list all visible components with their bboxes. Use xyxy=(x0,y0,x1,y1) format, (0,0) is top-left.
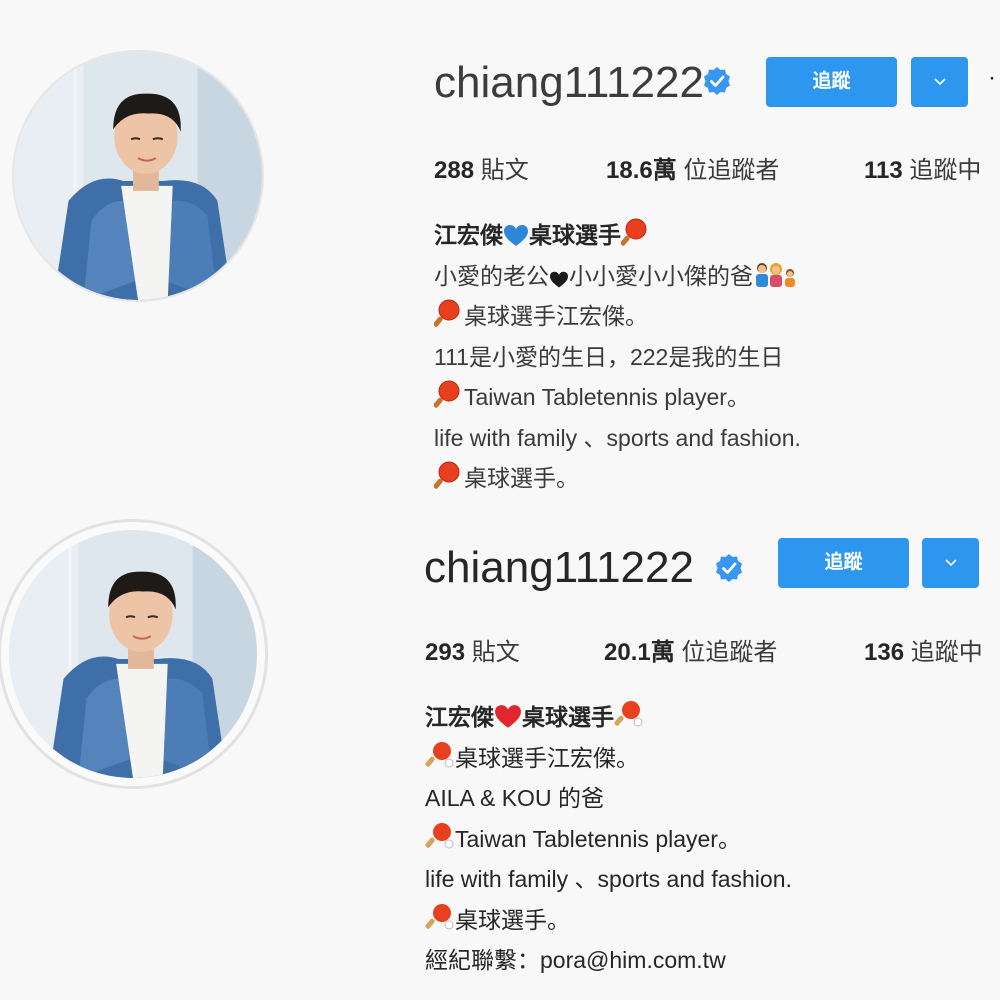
profile-header-new: chiang111222 追蹤 293 貼文 20.1萬 位追蹤者 136 追蹤… xyxy=(0,505,1000,1000)
bio-text: 桌球選手江宏傑。 xyxy=(464,303,648,329)
suggested-accounts-dropdown-button[interactable] xyxy=(911,57,968,107)
bio-text: 桌球選手。 xyxy=(455,906,570,933)
bio: 江宏傑 桌球選手 小愛的老公 小小愛小小傑的爸 桌球選手江宏傑。 111是小愛的生日… xyxy=(434,215,801,499)
bio-text: 桌球選手。 xyxy=(464,465,579,491)
stat-posts: 288 貼文 xyxy=(434,150,529,185)
blue-heart-icon xyxy=(504,225,528,246)
chevron-down-icon xyxy=(934,78,946,86)
bio-line: AILA & KOU 的爸 xyxy=(425,785,604,811)
avatar[interactable] xyxy=(0,519,268,789)
red-heart-icon xyxy=(495,705,521,728)
full-name: 江宏傑 xyxy=(425,704,494,730)
bio: 江宏傑 桌球選手 桌球選手江宏傑。 AILA & KOU 的爸 Taiwan Ta… xyxy=(425,697,792,981)
avatar[interactable] xyxy=(12,50,264,302)
following-count: 113 xyxy=(864,157,903,184)
following-count: 136 xyxy=(864,639,905,666)
bio-line: life with family 、sports and fashion. xyxy=(434,424,801,451)
profile-header-old: chiang111222 追蹤 · 288 貼文 18.6萬 位追蹤者 113 … xyxy=(0,0,1000,505)
followers-label: 位追蹤者 xyxy=(683,157,780,184)
ping-pong-paddle-icon xyxy=(434,299,460,329)
verified-badge-icon xyxy=(702,66,732,96)
ping-pong-paddle-icon xyxy=(425,822,454,849)
bio-line: 桌球選手江宏傑。 xyxy=(425,738,792,779)
bio-line: Taiwan Tabletennis player。 xyxy=(434,377,801,418)
bio-line: 桌球選手江宏傑。 xyxy=(434,296,801,337)
bio-title: 桌球選手 xyxy=(522,704,614,730)
stat-followers[interactable]: 20.1萬 位追蹤者 xyxy=(604,632,777,667)
bio-text: 小愛的老公 xyxy=(434,262,549,289)
bio-title: 桌球選手 xyxy=(529,222,621,248)
bio-line: 桌球選手。 xyxy=(434,458,801,499)
bio-line: life with family 、sports and fashion. xyxy=(425,866,792,892)
bio-text: Taiwan Tabletennis player。 xyxy=(455,825,741,852)
bio-name-line: 江宏傑 桌球選手 xyxy=(434,215,801,256)
posts-count: 288 xyxy=(434,157,475,184)
profile-photo xyxy=(14,52,262,300)
ping-pong-paddle-icon xyxy=(621,218,647,248)
verified-badge-icon xyxy=(714,553,744,583)
ping-pong-paddle-icon xyxy=(614,700,643,728)
bio-line: Taiwan Tabletennis player。 xyxy=(425,819,792,860)
followers-label: 位追蹤者 xyxy=(681,639,778,666)
following-label: 追蹤中 xyxy=(909,157,982,184)
followers-count: 20.1萬 xyxy=(604,639,675,666)
stat-posts: 293 貼文 xyxy=(425,632,520,667)
bio-text: 小小愛小小傑的爸 xyxy=(569,262,753,289)
posts-label: 貼文 xyxy=(471,639,520,666)
bio-text: 桌球選手江宏傑。 xyxy=(455,744,639,771)
follow-button[interactable]: 追蹤 xyxy=(778,538,909,588)
followers-count: 18.6萬 xyxy=(606,157,677,184)
username: chiang111222 xyxy=(434,58,704,107)
ping-pong-paddle-icon xyxy=(425,741,454,768)
bio-name-line: 江宏傑 桌球選手 xyxy=(425,697,792,738)
ping-pong-paddle-icon xyxy=(434,461,460,491)
bio-line: 小愛的老公 小小愛小小傑的爸 xyxy=(434,256,801,297)
ping-pong-paddle-icon xyxy=(425,903,454,930)
username: chiang111222 xyxy=(424,543,694,592)
more-options-icon[interactable]: · xyxy=(988,66,996,90)
full-name: 江宏傑 xyxy=(434,222,503,248)
bio-text: Taiwan Tabletennis player。 xyxy=(464,384,750,410)
suggested-accounts-dropdown-button[interactable] xyxy=(922,538,979,588)
family-icon xyxy=(756,262,795,287)
stat-following[interactable]: 136 追蹤中 xyxy=(864,632,983,667)
following-label: 追蹤中 xyxy=(910,639,983,666)
bio-contact-line[interactable]: 經紀聯繫：pora@him.com.tw xyxy=(425,940,792,981)
posts-label: 貼文 xyxy=(480,157,529,184)
stat-followers[interactable]: 18.6萬 位追蹤者 xyxy=(606,150,779,185)
posts-count: 293 xyxy=(425,639,466,666)
ping-pong-paddle-icon xyxy=(434,380,460,410)
bio-line: 桌球選手。 xyxy=(425,900,792,941)
follow-button[interactable]: 追蹤 xyxy=(766,57,897,107)
black-heart-icon xyxy=(550,271,568,287)
profile-photo xyxy=(9,530,257,778)
stat-following[interactable]: 113 追蹤中 xyxy=(864,150,981,185)
bio-line: 111是小愛的生日，222是我的生日 xyxy=(434,343,784,370)
chevron-down-icon xyxy=(945,559,957,567)
